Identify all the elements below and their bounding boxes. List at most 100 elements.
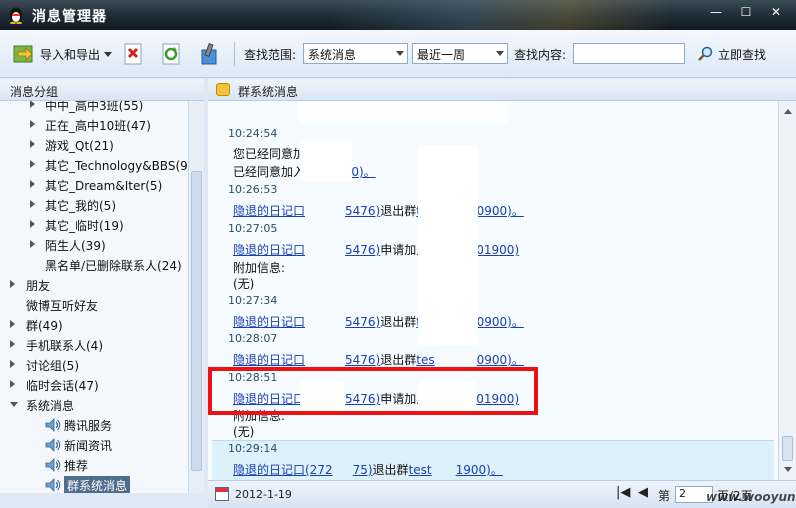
expand-right-icon[interactable] [10, 280, 15, 288]
scope-label: 查找范围: [244, 48, 297, 62]
message-time: 10:26:53 [228, 183, 278, 196]
refresh-button[interactable] [160, 40, 184, 68]
expand-right-icon[interactable] [30, 180, 35, 188]
message-list: 10:24:54 您已经同意加入群 已经同意加入群 01900)。 10:26:… [208, 101, 778, 480]
expand-right-icon[interactable] [10, 340, 15, 348]
tree-item[interactable]: 临时会话(47) [0, 375, 188, 395]
right-scrollbar[interactable] [778, 101, 796, 480]
user-link[interactable]: 隐退的日记口(272 [233, 463, 333, 477]
tree-item-label: 其它_Technology&BBS(9) [45, 159, 188, 173]
calendar-icon[interactable] [215, 487, 229, 501]
user-link[interactable]: 隐退的日记口 [233, 353, 305, 367]
scrollbar-thumb[interactable] [782, 436, 793, 461]
close-button[interactable]: ✕ [766, 4, 786, 20]
tree-item[interactable]: 腾讯服务 [0, 415, 188, 435]
speaker-icon [45, 458, 61, 472]
tree-item[interactable]: 游戏_Qt(21) [0, 135, 188, 155]
minimize-button[interactable]: — [706, 4, 726, 20]
message-text: 隐退的日记口(272 75)退出群test 1900)。 [233, 463, 503, 477]
user-link-tail[interactable]: 5476) [345, 315, 380, 329]
panel-title: 群系统消息 [238, 85, 299, 99]
tree-item-label: 中中_高中3班(55) [45, 101, 144, 113]
first-page-icon[interactable]: |◀ [616, 485, 630, 500]
tree-item-label: 微博互听好友 [26, 299, 99, 313]
expand-right-icon[interactable] [10, 320, 15, 328]
tree-item[interactable]: 新闻资讯 [0, 435, 188, 455]
highlight-annotation [208, 367, 538, 415]
prev-page-icon[interactable]: ◀ [638, 485, 648, 500]
message-group-tree: 中中_高中3班(55) 正在_高中10班(47) 游戏_Qt(21) 其它_Techn… [0, 101, 188, 493]
left-scrollbar[interactable] [188, 101, 204, 493]
search-input[interactable] [573, 43, 685, 64]
tree-item[interactable]: 正在_高中10班(47) [0, 115, 188, 135]
tree-item-label: 群(49) [26, 319, 63, 333]
user-link[interactable]: 隐退的日记口 [233, 315, 305, 329]
scroll-up-icon[interactable] [784, 109, 792, 114]
user-link-tail[interactable]: 5476) [345, 353, 380, 367]
window-title: 消息管理器 [32, 9, 107, 25]
expand-right-icon[interactable] [30, 240, 35, 248]
import-export-icon [13, 45, 33, 63]
tree-item-label: 系统消息 [26, 399, 75, 413]
delete-button[interactable] [122, 40, 146, 68]
tree-item[interactable]: 其它_Dream&Iter(5) [0, 175, 188, 195]
search-button[interactable]: 立即查找 [698, 43, 766, 65]
tree-item[interactable]: 推荐 [0, 455, 188, 475]
expand-right-icon[interactable] [30, 220, 35, 228]
refresh-icon [162, 43, 180, 65]
expand-right-icon[interactable] [30, 120, 35, 128]
tree-item[interactable]: 陌生人(39) [0, 235, 188, 255]
user-link-tail[interactable]: 5476) [345, 204, 380, 218]
group-link[interactable]: 01900) [476, 243, 519, 257]
tree-item[interactable]: 其它_我的(5) [0, 195, 188, 215]
tree-item[interactable]: 其它_Technology&BBS(9) [0, 155, 188, 175]
scope-select-value: 系统消息 [308, 48, 357, 62]
watermark: www.wooyun.org [706, 490, 796, 504]
expand-down-icon[interactable] [10, 402, 18, 407]
message-text: 隐退的日记口5476)退出群tes0900)。 [233, 353, 524, 367]
tree-item[interactable]: 手机联系人(4) [0, 335, 188, 355]
tree-item[interactable]: 其它_临时(19) [0, 215, 188, 235]
time-range-select[interactable]: 最近一周 [412, 43, 508, 64]
tree-item[interactable]: 群系统消息 [0, 475, 188, 493]
user-link[interactable]: 隐退的日记口 [233, 243, 305, 257]
scrollbar-thumb[interactable] [191, 171, 202, 471]
maximize-button[interactable]: ☐ [736, 4, 756, 20]
expand-right-icon[interactable] [10, 360, 15, 368]
user-link[interactable]: 隐退的日记口 [233, 204, 305, 218]
tree-item[interactable]: 朋友 [0, 275, 188, 295]
tree-item[interactable]: 讨论组(5) [0, 355, 188, 375]
redaction-mask [418, 145, 478, 345]
group-link[interactable]: tes [416, 353, 434, 367]
expand-right-icon[interactable] [10, 380, 15, 388]
tree-item[interactable]: 中中_高中3班(55) [0, 101, 188, 115]
import-export-button[interactable]: 导入和导出 [12, 40, 113, 68]
message-time: 10:27:05 [228, 222, 278, 235]
toolbar: 导入和导出 查找范围: 系统消息 最近一周 查找内容: 立即查找 [0, 30, 796, 78]
tree-item[interactable]: 系统消息 [0, 395, 188, 415]
tree-item-label: 腾讯服务 [64, 419, 113, 433]
tree-item-label: 推荐 [64, 459, 89, 473]
group-link[interactable]: test [409, 463, 432, 477]
tree-item-label: 新闻资讯 [64, 439, 113, 453]
user-link-tail[interactable]: 75) [353, 463, 373, 477]
tree-item[interactable]: 微博互听好友 [0, 295, 188, 315]
expand-right-icon[interactable] [30, 140, 35, 148]
title-bar: 消息管理器 — ☐ ✕ [0, 0, 796, 30]
tree-item-label: 其它_临时(19) [45, 219, 124, 233]
user-link-tail[interactable]: 5476) [345, 243, 380, 257]
tools-button[interactable] [198, 40, 222, 68]
scope-select[interactable]: 系统消息 [303, 43, 408, 64]
current-date: 2012-1-19 [235, 488, 292, 501]
expand-right-icon[interactable] [30, 160, 35, 168]
tree-item-label: 讨论组(5) [26, 359, 79, 373]
group-system-messages-header: 群系统消息 [208, 79, 796, 101]
expand-right-icon[interactable] [30, 101, 35, 108]
chevron-down-icon [104, 51, 113, 57]
expand-right-icon[interactable] [30, 200, 35, 208]
tree-item[interactable]: 群(49) [0, 315, 188, 335]
tree-item[interactable]: 黑名单/已删除联系人(24) [0, 255, 188, 275]
scroll-down-icon[interactable] [784, 467, 792, 472]
chevron-down-icon [496, 51, 504, 56]
search-icon [698, 46, 713, 61]
